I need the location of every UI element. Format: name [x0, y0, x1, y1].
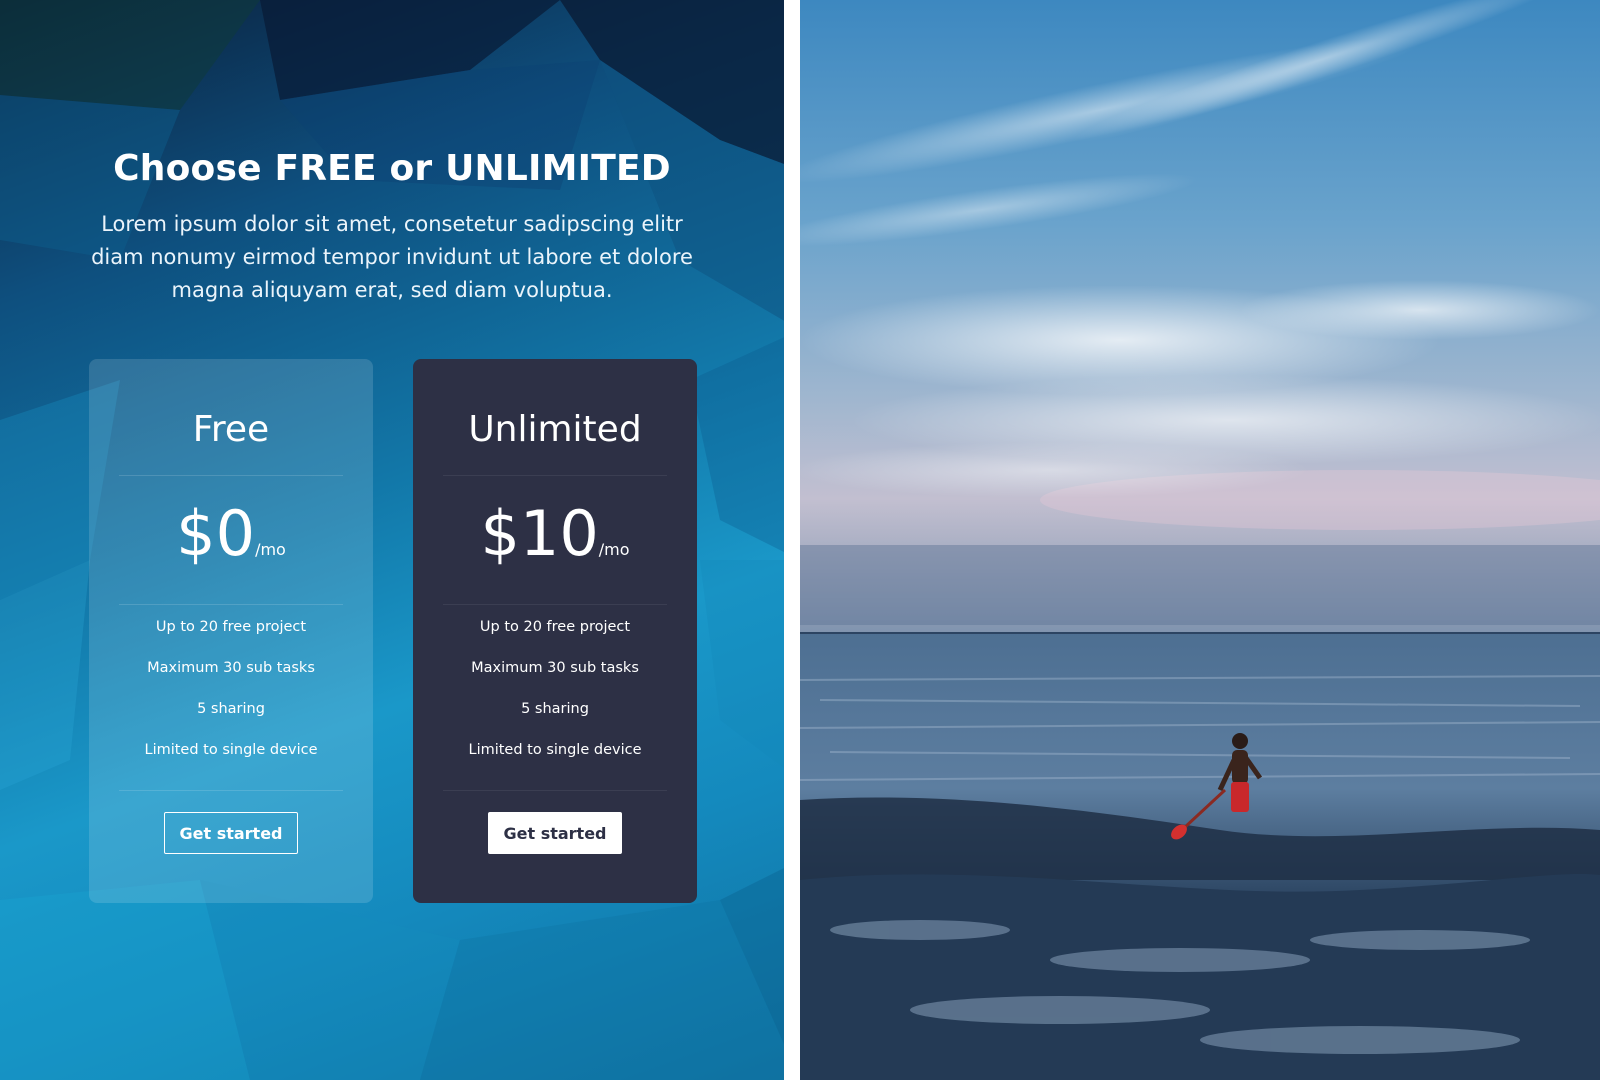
plan-title: Unlimited: [468, 409, 642, 450]
intro-text: Lorem ipsum dolor sit amet, consetetur s…: [91, 212, 693, 302]
pricing-section: Choose FREE or UNLIMITED Lorem ipsum dol…: [0, 0, 800, 1080]
sea-paddleboarder-image: [800, 0, 1600, 1080]
plan-card-unlimited: Unlimited $10/mo Up to 20 free project M…: [413, 359, 697, 903]
plan-card-free: Free $0/mo Up to 20 free project Maximum…: [89, 359, 373, 903]
feature-list: Up to 20 free project Maximum 30 sub tas…: [89, 607, 373, 771]
hero-photo: [800, 0, 1600, 1080]
page-title: Choose FREE or UNLIMITED: [113, 148, 671, 189]
price-period: /mo: [255, 540, 286, 559]
feature-item: Limited to single device: [468, 742, 642, 758]
get-started-button-free[interactable]: Get started: [164, 812, 298, 854]
price-amount: $0: [176, 497, 256, 570]
feature-item: Up to 20 free project: [155, 619, 307, 635]
divider: [119, 475, 343, 476]
divider: [443, 475, 667, 476]
divider: [443, 790, 667, 791]
plan-price: $10/mo: [413, 499, 697, 585]
get-started-button-unlimited[interactable]: Get started: [488, 812, 622, 854]
plan-title: Free: [192, 409, 270, 450]
feature-list: Up to 20 free project Maximum 30 sub tas…: [413, 607, 697, 771]
pricing-page: Choose FREE or UNLIMITED Lorem ipsum dol…: [0, 0, 1600, 1080]
feature-item: 5 sharing: [521, 701, 589, 717]
plan-price: $0/mo: [89, 499, 373, 585]
feature-item: Limited to single device: [144, 742, 318, 758]
feature-item: Up to 20 free project: [479, 619, 631, 635]
feature-item: 5 sharing: [197, 701, 265, 717]
divider: [119, 790, 343, 791]
price-amount: $10: [480, 497, 599, 570]
feature-item: Maximum 30 sub tasks: [147, 660, 315, 676]
price-period: /mo: [598, 540, 630, 559]
feature-item: Maximum 30 sub tasks: [471, 660, 639, 676]
divider: [443, 604, 667, 605]
divider: [119, 604, 343, 605]
pricing-content: Choose FREE or UNLIMITED Lorem ipsum dol…: [0, 0, 800, 1080]
